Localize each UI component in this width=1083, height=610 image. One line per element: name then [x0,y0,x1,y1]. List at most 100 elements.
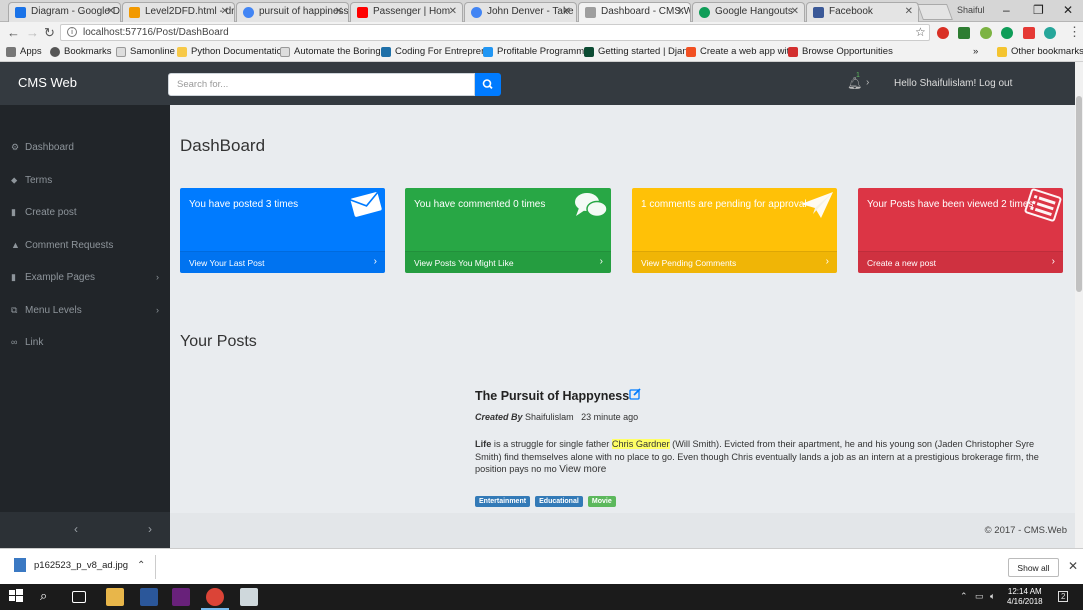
tag-badge[interactable]: Movie [587,496,616,507]
sidebar-item-create-post[interactable]: ▮ Create post [11,207,77,218]
reload-icon[interactable]: ↻ [44,25,55,41]
new-tab-button[interactable] [917,4,953,20]
sidebar-item-menu-levels[interactable]: ⧉ Menu Levels [11,305,82,316]
card-footer-link[interactable]: Create a new post › [858,251,1063,273]
microsoft-icon [686,47,696,57]
search-button[interactable] [475,73,501,96]
brand-link[interactable]: CMS Web [18,75,77,90]
app-icon[interactable] [240,588,258,606]
extension-icon[interactable] [958,27,970,39]
more-bookmarks-chevron[interactable]: » [973,46,978,57]
browser-tab[interactable]: Facebook ✕ [806,2,919,22]
chevron-up-icon[interactable]: ⌃ [960,591,968,602]
tag-badge[interactable]: Entertainment [475,496,531,507]
close-icon[interactable]: ✕ [791,6,799,17]
bookmark-item[interactable]: Samonline [116,46,175,57]
search-icon[interactable]: ⌕ [40,588,58,606]
bookmark-item[interactable]: Bookmarks [50,46,112,57]
greeting-link[interactable]: Hello Shaifulislam! [894,78,976,89]
browser-tab[interactable]: pursuit of happiness ✕ [236,2,349,22]
windows-start-icon[interactable] [8,588,26,606]
bookmark-item[interactable]: Getting started | Djan [584,46,688,57]
tab-favicon-icon [15,7,26,18]
sidebar-toggle[interactable]: ‹ › [0,512,170,548]
close-icon[interactable]: ✕ [107,6,115,17]
other-bookmarks[interactable]: Other bookmarks [997,46,1083,57]
extension-icon[interactable] [1023,27,1035,39]
card-footer-link[interactable]: View Posts You Might Like › [405,251,611,273]
close-icon[interactable]: ✕ [905,6,913,17]
card-footer-link[interactable]: View Your Last Post › [180,251,385,273]
sidebar-item-link[interactable]: ∞ Link [11,337,43,348]
close-icon[interactable]: ✕ [335,6,343,17]
close-window-icon[interactable]: ✕ [1063,3,1073,17]
app-viewport: CMS Web Search for... 🔔︎ 1 › Hello Shaif… [0,62,1083,548]
post-author: Shaifulislam [525,412,574,422]
tag-badge[interactable]: Educational [535,496,583,507]
bookmark-apps[interactable]: Apps [6,46,42,57]
extension-icon[interactable] [980,27,992,39]
network-icon[interactable]: ▭ [975,591,984,602]
bookmark-item[interactable]: Create a web app wit [686,46,789,57]
card-footer-link[interactable]: View Pending Comments › [632,251,837,273]
chevron-up-icon[interactable]: ⌃ [137,560,145,571]
browser-tab-bar: Diagram - Google D ✕ Level2DFD.html - dr ✕… [0,0,1083,22]
word-icon[interactable] [140,588,158,606]
back-icon[interactable]: ← [7,25,20,40]
chevron-right-icon[interactable]: › [156,272,159,282]
chevron-left-icon[interactable]: ‹ [74,522,78,536]
browser-tab[interactable]: Passenger | Hom ✕ [350,2,463,22]
bookmark-item[interactable]: Python Documentatio [177,46,282,57]
bookmark-item[interactable]: Automate the Boring [280,46,381,57]
browser-tab-active[interactable]: Dashboard - CMS.W ✕ [578,2,691,22]
restore-icon[interactable]: ❐ [1033,3,1044,17]
show-all-button[interactable]: Show all [1008,558,1059,577]
browser-tab[interactable]: John Denver - Take ✕ [464,2,577,22]
adblock-extension-icon[interactable] [937,27,949,39]
sidebar-item-example-pages[interactable]: ▮ Example Pages [11,272,95,283]
close-icon[interactable]: ✕ [1068,559,1078,573]
minimize-icon[interactable]: – [1003,3,1010,17]
browser-tab[interactable]: Diagram - Google D ✕ [8,2,121,22]
browser-tab[interactable]: Google Hangouts ✕ [692,2,805,22]
forward-icon[interactable]: → [26,25,39,40]
sidebar-item-comment-requests[interactable]: ▲ Comment Requests [11,240,113,251]
view-more-link[interactable]: View more [559,464,606,475]
scrollbar-thumb[interactable] [1076,96,1082,292]
menu-kebab-icon[interactable]: ⋮ [1068,24,1081,40]
bookmark-item[interactable]: Profitable Programm [483,46,584,57]
chevron-right-icon[interactable]: › [148,522,152,536]
visual-studio-icon[interactable] [172,588,190,606]
extension-icon[interactable] [1001,27,1013,39]
notification-center-icon[interactable]: 2 [1058,591,1069,602]
chevron-right-icon[interactable]: › [866,77,869,88]
extension-icon[interactable] [1044,27,1056,39]
close-icon[interactable]: ✕ [449,6,457,17]
bookmark-star-icon[interactable]: ☆ [915,25,926,39]
profile-badge[interactable]: Shaiful [957,5,985,15]
logout-link[interactable]: Log out [979,78,1012,89]
sidebar-item-terms[interactable]: ⬥ Terms [11,175,52,186]
edit-icon[interactable] [629,388,641,403]
task-view-icon[interactable] [72,591,86,603]
bookmark-item[interactable]: Coding For Entrepren [381,46,486,57]
post-title[interactable]: The Pursuit of Happyness [475,389,629,403]
section-heading: Your Posts [180,333,257,350]
close-icon[interactable]: ✕ [677,6,685,17]
tab-favicon-icon [357,7,368,18]
browser-tab[interactable]: Level2DFD.html - dr ✕ [122,2,235,22]
page-scrollbar[interactable] [1075,62,1083,548]
sidebar-item-dashboard[interactable]: ⚙ Dashboard [11,142,74,153]
chevron-right-icon[interactable]: › [156,305,159,315]
chrome-icon[interactable] [206,588,224,606]
info-icon[interactable]: i [67,27,77,37]
file-explorer-icon[interactable] [106,588,124,606]
close-icon[interactable]: ✕ [221,6,229,17]
system-clock[interactable]: 12:14 AM 4/16/2018 [1007,587,1043,607]
search-input[interactable]: Search for... [168,73,475,96]
address-bar[interactable]: i localhost:57716/Post/DashBoard [60,24,930,41]
download-item[interactable]: p162523_p_v8_ad.jpg [14,558,128,572]
bookmark-item[interactable]: Browse Opportunities [788,46,893,57]
close-icon[interactable]: ✕ [563,6,571,17]
volume-icon[interactable]: 🔈︎ [990,591,995,602]
